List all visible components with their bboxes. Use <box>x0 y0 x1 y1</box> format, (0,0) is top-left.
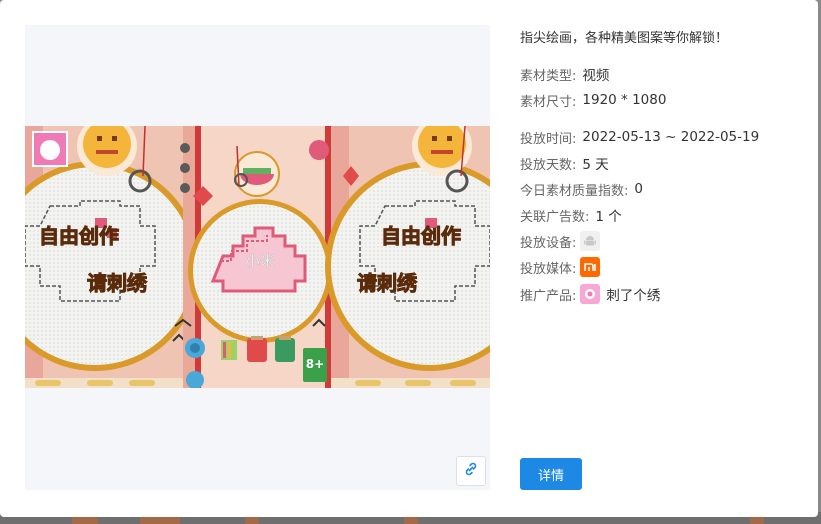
center-panel: 小米 8+ <box>174 126 332 388</box>
field-media: 投放媒体: <box>520 256 601 278</box>
material-title: 指尖绘画，各种精美图案等你解锁！ <box>520 31 729 46</box>
xiaomi-icon <box>580 257 601 277</box>
field-material-type: 素材类型: 视频 <box>520 68 610 84</box>
copy-link-button[interactable] <box>456 456 486 486</box>
video-preview[interactable]: 自由创作 请刺绣 小米 8+ 自由创作 请刺绣 <box>25 25 490 490</box>
left-text-bottom: 请刺绣 <box>87 271 148 295</box>
right-text-top: 自由创作 <box>381 224 461 248</box>
product-app-icon <box>580 284 601 304</box>
detail-button[interactable]: 详情 <box>520 458 582 490</box>
age-badge: 8+ <box>306 357 324 371</box>
field-device: 投放设备: <box>520 230 601 252</box>
right-panel: 自由创作 请刺绣 <box>325 126 490 388</box>
center-watermark: 小米 <box>245 252 275 270</box>
material-detail-modal: 自由创作 请刺绣 小米 8+ 自由创作 请刺绣 指尖绘画，各种精美图案等你解锁！… <box>0 0 818 517</box>
left-text-top: 自由创作 <box>39 224 119 248</box>
android-icon <box>580 231 601 251</box>
field-related-ads: 关联广告数: 1 个 <box>520 209 622 225</box>
right-text-bottom: 请刺绣 <box>357 271 418 295</box>
video-frame: 自由创作 请刺绣 小米 8+ 自由创作 请刺绣 <box>25 126 490 388</box>
field-quality-index: 今日素材质量指数: 0 <box>520 181 643 199</box>
link-icon <box>463 461 479 481</box>
left-panel: 自由创作 请刺绣 <box>25 126 200 388</box>
field-delivery-time: 投放时间: 2022-05-13 ~ 2022-05-19 <box>520 129 760 147</box>
field-product: 推广产品: 刺了个绣 <box>520 283 660 305</box>
field-delivery-days: 投放天数: 5 天 <box>520 157 609 173</box>
field-material-size: 素材尺寸: 1920 * 1080 <box>520 92 667 110</box>
